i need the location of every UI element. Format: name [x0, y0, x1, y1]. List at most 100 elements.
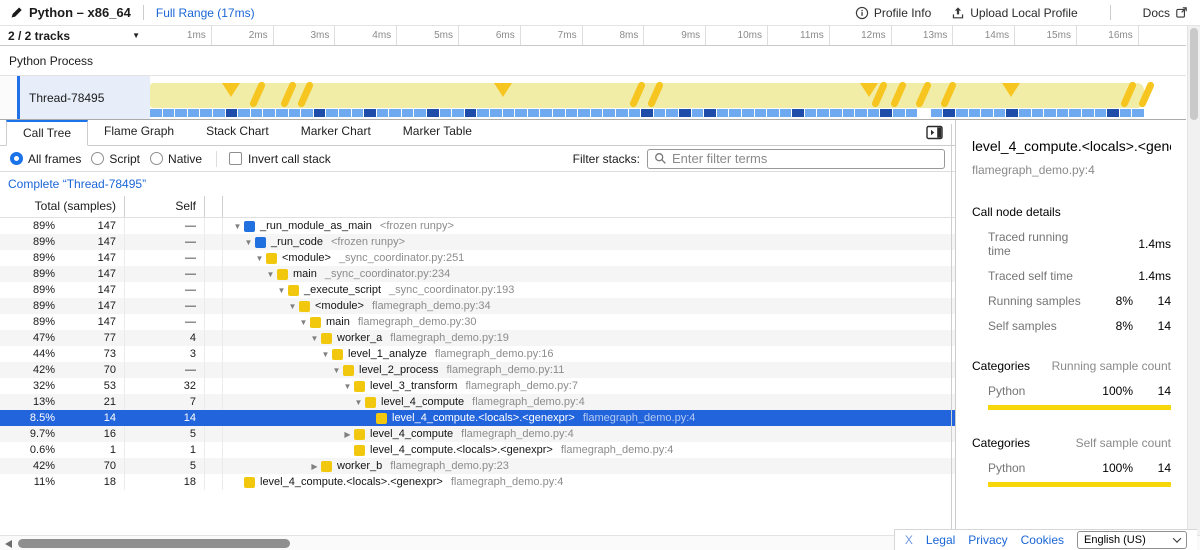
tree-row[interactable]: 44%733▼level_1_analyzeflamegraph_demo.py… [0, 346, 955, 362]
activity-strip[interactable] [150, 109, 1147, 117]
tree-node[interactable]: ▶worker_bflamegraph_demo.py:23 [223, 458, 955, 474]
tab-marker-chart[interactable]: Marker Chart [285, 120, 387, 146]
tree-row[interactable]: 89%147—▼_run_module_as_main<frozen runpy… [0, 218, 955, 234]
tree-node[interactable]: ▼level_1_analyzeflamegraph_demo.py:16 [223, 346, 955, 362]
expanded-arrow-icon[interactable]: ▼ [308, 334, 321, 343]
expanded-arrow-icon[interactable]: ▼ [319, 350, 332, 359]
expanded-arrow-icon[interactable]: ▼ [341, 382, 354, 391]
expanded-arrow-icon[interactable]: ▼ [275, 286, 288, 295]
tab-call-tree[interactable]: Call Tree [6, 120, 88, 146]
tree-row[interactable]: 89%147—▼main_sync_coordinator.py:234 [0, 266, 955, 282]
tree-node[interactable]: ▶level_4_computeflamegraph_demo.py:4 [223, 426, 955, 442]
process-track-header[interactable]: Python Process [0, 46, 1186, 76]
tree-node[interactable]: level_4_compute.<locals>.<genexpr>flameg… [223, 442, 955, 458]
tree-node[interactable]: level_4_compute.<locals>.<genexpr>flameg… [223, 474, 955, 490]
expanded-arrow-icon[interactable]: ▼ [352, 398, 365, 407]
sidebar-toggle-button[interactable] [926, 125, 943, 140]
radio-script[interactable]: Script [91, 152, 140, 166]
radio-button[interactable] [150, 152, 163, 165]
interval-marker-icon[interactable] [494, 83, 512, 97]
tree-row[interactable]: 89%147—▼_run_code<frozen runpy> [0, 234, 955, 250]
vertical-scrollbar[interactable] [1187, 26, 1200, 535]
tab-stack-chart[interactable]: Stack Chart [190, 120, 285, 146]
tree-row[interactable]: 42%705▶worker_bflamegraph_demo.py:23 [0, 458, 955, 474]
expanded-arrow-icon[interactable]: ▼ [231, 222, 244, 231]
radio-all-frames[interactable]: All frames [10, 152, 81, 166]
tree-row[interactable]: 42%70—▼level_2_processflamegraph_demo.py… [0, 362, 955, 378]
profile-info-button[interactable]: Profile Info [855, 6, 931, 20]
scroll-left-arrow-icon[interactable] [5, 540, 12, 548]
tree-row[interactable]: 11%1818level_4_compute.<locals>.<genexpr… [0, 474, 955, 490]
interval-marker-icon[interactable] [1002, 83, 1020, 97]
tree-row[interactable]: 89%147—▼<module>_sync_coordinator.py:251 [0, 250, 955, 266]
footer-close-button[interactable]: X [905, 533, 913, 547]
jank-marker-icon[interactable] [249, 81, 266, 109]
jank-marker-icon[interactable] [297, 81, 314, 109]
tracks-count-dropdown[interactable]: 2 / 2 tracks ▼ [0, 26, 150, 45]
jank-marker-icon[interactable] [280, 81, 297, 109]
tree-row[interactable]: 89%147—▼<module>flamegraph_demo.py:34 [0, 298, 955, 314]
tree-node[interactable]: ▼<module>flamegraph_demo.py:34 [223, 298, 955, 314]
breadcrumb-root-link[interactable]: Complete “Thread-78495” [8, 177, 146, 191]
vertical-scrollbar-thumb[interactable] [1190, 28, 1198, 120]
radio-button[interactable] [91, 152, 104, 165]
marker-band[interactable] [150, 83, 1144, 108]
tree-row[interactable]: 89%147—▼mainflamegraph_demo.py:30 [0, 314, 955, 330]
jank-marker-icon[interactable] [940, 81, 957, 109]
tree-node[interactable]: ▼level_3_transformflamegraph_demo.py:7 [223, 378, 955, 394]
expanded-arrow-icon[interactable]: ▼ [330, 366, 343, 375]
collapsed-arrow-icon[interactable]: ▶ [308, 462, 321, 471]
tree-node[interactable]: ▼main_sync_coordinator.py:234 [223, 266, 955, 282]
expanded-arrow-icon[interactable]: ▼ [286, 302, 299, 311]
tree-node[interactable]: ▼_run_module_as_main<frozen runpy> [223, 218, 955, 234]
collapsed-arrow-icon[interactable]: ▶ [341, 430, 354, 439]
tree-row[interactable]: 9.7%165▶level_4_computeflamegraph_demo.p… [0, 426, 955, 442]
horizontal-scrollbar-thumb[interactable] [18, 539, 290, 548]
tree-row[interactable]: 8.5%1414level_4_compute.<locals>.<genexp… [0, 410, 955, 426]
docs-link[interactable]: Docs [1143, 6, 1188, 20]
thread-track-label[interactable]: Thread-78495 [17, 76, 150, 119]
tab-flame-graph[interactable]: Flame Graph [88, 120, 190, 146]
tree-node[interactable]: ▼_run_code<frozen runpy> [223, 234, 955, 250]
filter-input[interactable] [672, 151, 938, 166]
checkbox-box[interactable] [229, 152, 242, 165]
footer-link-cookies[interactable]: Cookies [1021, 533, 1064, 547]
tree-row[interactable]: 47%774▼worker_aflamegraph_demo.py:19 [0, 330, 955, 346]
tree-node[interactable]: ▼level_4_computeflamegraph_demo.py:4 [223, 394, 955, 410]
language-select[interactable]: English (US) [1077, 531, 1187, 549]
tree-row[interactable]: 89%147—▼_execute_script_sync_coordinator… [0, 282, 955, 298]
tab-marker-table[interactable]: Marker Table [387, 120, 488, 146]
filter-input-box[interactable] [647, 149, 945, 169]
thread-track-graph[interactable] [150, 76, 1186, 119]
expanded-arrow-icon[interactable]: ▼ [253, 254, 266, 263]
jank-marker-icon[interactable] [1120, 81, 1137, 109]
pencil-icon[interactable] [10, 6, 23, 19]
expanded-arrow-icon[interactable]: ▼ [297, 318, 310, 327]
jank-marker-icon[interactable] [1138, 81, 1155, 109]
tree-node[interactable]: ▼worker_aflamegraph_demo.py:19 [223, 330, 955, 346]
tree-node[interactable]: ▼mainflamegraph_demo.py:30 [223, 314, 955, 330]
upload-profile-button[interactable]: Upload Local Profile [951, 6, 1077, 20]
radio-button[interactable] [10, 152, 23, 165]
expanded-arrow-icon[interactable]: ▼ [242, 238, 255, 247]
jank-marker-icon[interactable] [915, 81, 932, 109]
tree-node[interactable]: ▼_execute_script_sync_coordinator.py:193 [223, 282, 955, 298]
jank-marker-icon[interactable] [647, 81, 664, 109]
tree-node[interactable]: level_4_compute.<locals>.<genexpr>flameg… [223, 410, 955, 426]
jank-marker-icon[interactable] [629, 81, 646, 109]
invert-call-stack-checkbox[interactable]: Invert call stack [229, 152, 331, 166]
tree-row[interactable]: 0.6%11level_4_compute.<locals>.<genexpr>… [0, 442, 955, 458]
thread-track[interactable]: Thread-78495 [0, 76, 1186, 119]
profile-title[interactable]: Python – x86_64 [29, 5, 131, 20]
radio-native[interactable]: Native [150, 152, 202, 166]
tree-node[interactable]: ▼level_2_processflamegraph_demo.py:11 [223, 362, 955, 378]
tree-node[interactable]: ▼<module>_sync_coordinator.py:251 [223, 250, 955, 266]
column-header-self[interactable]: Self [125, 196, 205, 217]
footer-link-privacy[interactable]: Privacy [968, 533, 1007, 547]
tree-row[interactable]: 32%5332▼level_3_transformflamegraph_demo… [0, 378, 955, 394]
jank-marker-icon[interactable] [890, 81, 907, 109]
column-header-total[interactable]: Total (samples) [0, 196, 125, 217]
interval-marker-icon[interactable] [222, 83, 240, 97]
expanded-arrow-icon[interactable]: ▼ [264, 270, 277, 279]
tree-row[interactable]: 13%217▼level_4_computeflamegraph_demo.py… [0, 394, 955, 410]
